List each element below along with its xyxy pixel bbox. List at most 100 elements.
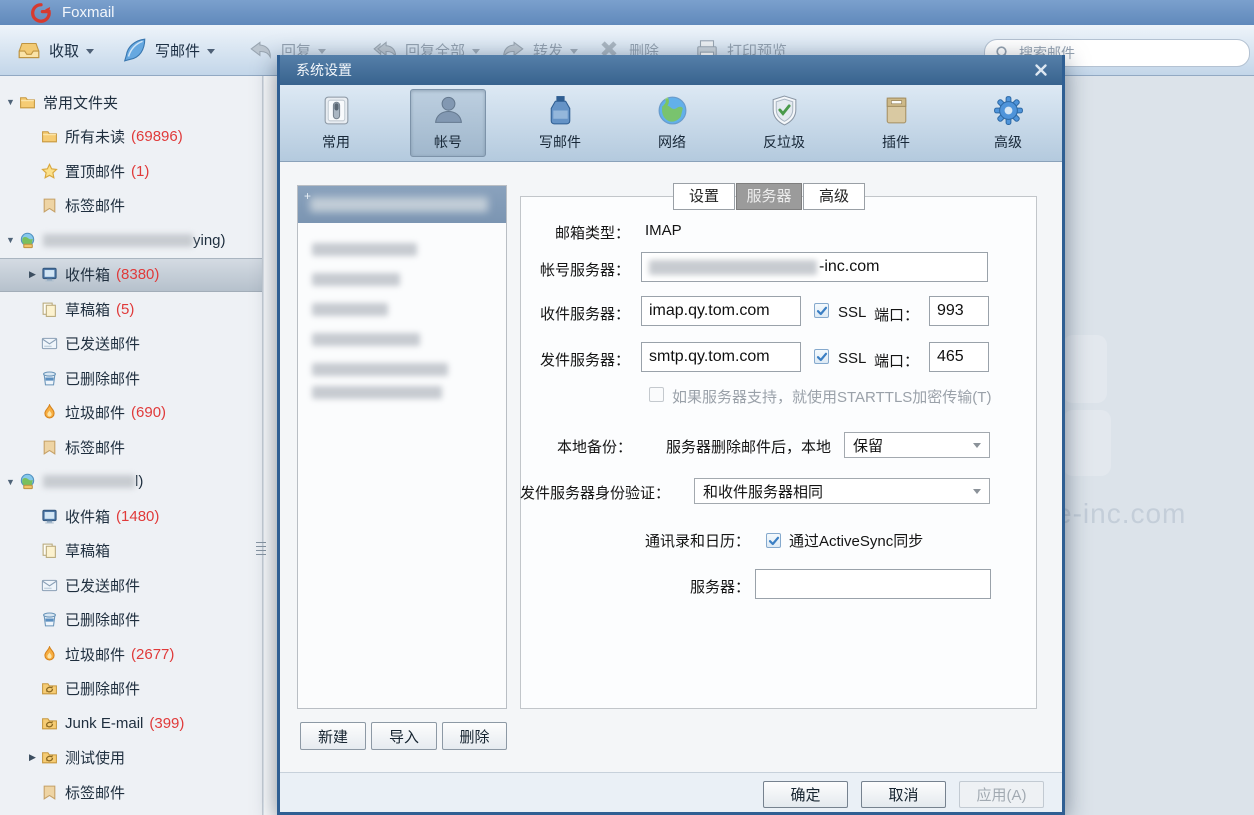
- compose-button[interactable]: 写邮件: [122, 33, 215, 67]
- incoming-port-field[interactable]: 993: [929, 296, 989, 326]
- tab-advanced[interactable]: 高级: [970, 89, 1046, 157]
- tab-account-server[interactable]: 服务器: [736, 183, 802, 210]
- folder-label: 常用文件夹: [43, 92, 118, 113]
- chevron-down-icon[interactable]: [2, 235, 19, 245]
- redacted-list-item[interactable]: [312, 303, 388, 316]
- sidebar-item-all-unread[interactable]: 所有未读 (69896): [0, 120, 262, 155]
- sidebar-item-inbox-2[interactable]: 收件箱 (1480): [0, 499, 262, 534]
- tab-account-settings[interactable]: 设置: [673, 183, 735, 210]
- sidebar-item-pinned[interactable]: 置顶邮件 (1): [0, 154, 262, 189]
- folder-label: 标签邮件: [65, 195, 125, 216]
- sidebar-item-drafts-1[interactable]: 草稿箱 (5): [0, 292, 262, 327]
- tab-network[interactable]: 网络: [634, 89, 710, 157]
- shield-icon: [768, 94, 801, 127]
- tab-accounts[interactable]: 帐号: [410, 89, 486, 157]
- tab-account-advanced[interactable]: 高级: [803, 183, 865, 210]
- folder-label: 所有未读: [65, 126, 125, 147]
- inbox-icon: [41, 266, 58, 283]
- compose-icon: [122, 37, 148, 63]
- incoming-server-field[interactable]: imap.qy.tom.com: [641, 296, 801, 326]
- sidebar-item-deleted-2[interactable]: 已删除邮件: [0, 603, 262, 638]
- outgoing-server-label: 发件服务器：: [510, 349, 630, 370]
- incoming-ssl-checkbox[interactable]: [814, 303, 829, 318]
- sidebar-item-deleted-sync[interactable]: 已删除邮件: [0, 672, 262, 707]
- sidebar-item-account-2[interactable]: l): [0, 465, 262, 500]
- sidebar-item-common-folders[interactable]: 常用文件夹: [0, 85, 262, 120]
- sidebar-item-account-1[interactable]: ying): [0, 223, 262, 258]
- account-list-item-selected[interactable]: +: [298, 186, 506, 223]
- sidebar-item-sent-2[interactable]: 已发送邮件: [0, 568, 262, 603]
- redacted-list-item[interactable]: [312, 243, 417, 256]
- check-icon: [816, 305, 828, 317]
- sync-server-field[interactable]: [755, 569, 991, 599]
- tag-icon: [41, 439, 58, 456]
- dialog-close-button[interactable]: [1029, 59, 1053, 81]
- sidebar-item-tagged-2[interactable]: 标签邮件: [0, 775, 262, 810]
- smtp-auth-label: 发件服务器身份验证：: [520, 482, 670, 503]
- receive-button[interactable]: 收取: [16, 33, 94, 67]
- outgoing-ssl-checkbox[interactable]: [814, 349, 829, 364]
- sidebar-item-deleted-1[interactable]: 已删除邮件: [0, 361, 262, 396]
- dropdown-arrow-icon[interactable]: [570, 49, 578, 54]
- sidebar-item-tagged[interactable]: 标签邮件: [0, 189, 262, 224]
- folder-icon: [41, 128, 58, 145]
- dropdown-arrow-icon[interactable]: [207, 49, 215, 54]
- chevron-right-icon[interactable]: [24, 269, 41, 280]
- activesync-label: 通过ActiveSync同步: [789, 530, 923, 551]
- sidebar-item-junk[interactable]: Junk E-mail (399): [0, 706, 262, 741]
- mailbox-type-value: IMAP: [645, 222, 682, 239]
- outgoing-port-value: 465: [937, 348, 964, 366]
- starttls-checkbox[interactable]: [649, 387, 664, 402]
- watermark-text: e-inc.com: [1056, 498, 1186, 530]
- local-backup-label: 本地备份：: [512, 436, 632, 457]
- ok-button[interactable]: 确定: [763, 781, 848, 808]
- outgoing-port-label: 端口：: [874, 350, 919, 371]
- outgoing-server-field[interactable]: smtp.qy.tom.com: [641, 342, 801, 372]
- redacted-list-item[interactable]: [312, 273, 400, 286]
- trash-icon: [41, 611, 58, 628]
- sidebar-item-inbox-1[interactable]: 收件箱 (8380): [0, 258, 262, 293]
- account-server-field[interactable]: -inc.com: [641, 252, 988, 282]
- dropdown-arrow-icon[interactable]: [472, 49, 480, 54]
- tab-plugins[interactable]: 插件: [858, 89, 934, 157]
- chevron-down-icon[interactable]: [2, 97, 19, 107]
- tab-label: 高级: [994, 132, 1022, 152]
- sidebar-item-spam-2[interactable]: 垃圾邮件 (2677): [0, 637, 262, 672]
- folder-label: 收件箱: [65, 264, 110, 285]
- outgoing-server-value: smtp.qy.tom.com: [649, 348, 770, 366]
- folder-label: 置顶邮件: [65, 161, 125, 182]
- dropdown-arrow-icon[interactable]: [86, 49, 94, 54]
- splitter-grip[interactable]: [256, 542, 266, 555]
- sidebar-item-tagged-1[interactable]: 标签邮件: [0, 430, 262, 465]
- new-account-button[interactable]: 新建: [300, 722, 366, 750]
- redacted-account-name: [310, 197, 488, 212]
- redacted-list-item[interactable]: [312, 333, 420, 346]
- tab-compose[interactable]: 写邮件: [522, 89, 598, 157]
- tab-general[interactable]: 常用: [298, 89, 374, 157]
- import-account-button[interactable]: 导入: [371, 722, 437, 750]
- chevron-right-icon[interactable]: [24, 752, 41, 763]
- sidebar-item-drafts-2[interactable]: 草稿箱: [0, 534, 262, 569]
- tab-antispam[interactable]: 反垃圾: [746, 89, 822, 157]
- sidebar-item-sent-1[interactable]: 已发送邮件: [0, 327, 262, 362]
- cancel-button[interactable]: 取消: [861, 781, 946, 808]
- outgoing-port-field[interactable]: 465: [929, 342, 989, 372]
- unread-count: (1): [131, 163, 149, 180]
- sync-folder-icon: [41, 749, 58, 766]
- chevron-down-icon[interactable]: [2, 477, 19, 487]
- apply-button: 应用(A): [959, 781, 1044, 808]
- unread-count: (8380): [116, 266, 159, 283]
- redacted-list-item[interactable]: [312, 386, 442, 399]
- activesync-checkbox[interactable]: [766, 533, 781, 548]
- local-backup-select[interactable]: 保留: [844, 432, 990, 458]
- sidebar-item-test-use[interactable]: 测试使用: [0, 741, 262, 776]
- dropdown-arrow-icon[interactable]: [318, 49, 326, 54]
- redacted-list-item[interactable]: [312, 363, 448, 376]
- delete-account-button[interactable]: 删除: [442, 722, 507, 750]
- tab-label: 常用: [322, 132, 350, 152]
- dialog-titlebar[interactable]: 系统设置: [277, 55, 1065, 85]
- tab-label: 设置: [689, 188, 719, 205]
- smtp-auth-select[interactable]: 和收件服务器相同: [694, 478, 990, 504]
- sidebar-item-spam-1[interactable]: 垃圾邮件 (690): [0, 396, 262, 431]
- local-backup-text: 服务器删除邮件后，本地: [666, 436, 831, 457]
